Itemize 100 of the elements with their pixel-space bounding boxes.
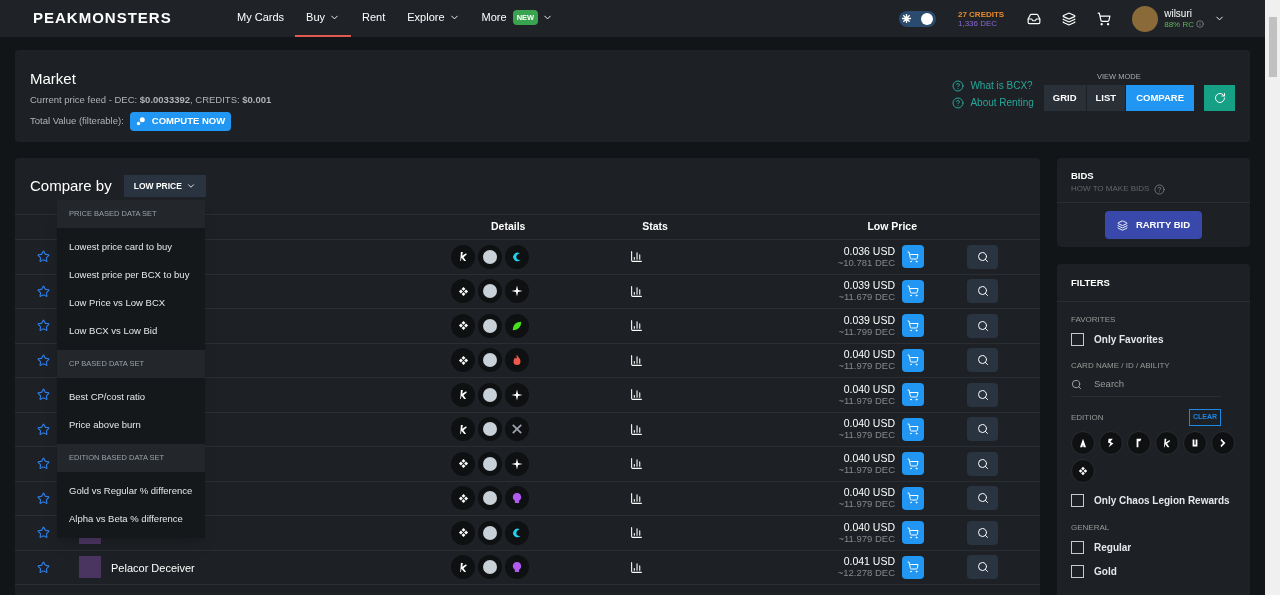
refresh-button[interactable] (1204, 85, 1235, 112)
stats-icon[interactable] (630, 319, 643, 333)
buy-cart-button[interactable] (902, 279, 924, 303)
search-icon (976, 526, 989, 539)
cart-icon (907, 423, 919, 436)
logo[interactable]: PEAKMONSTERS (33, 7, 193, 30)
search-button[interactable] (967, 451, 998, 476)
rarity-icon (478, 279, 502, 304)
buy-cart-button[interactable] (902, 486, 924, 510)
edition-filter-icon[interactable] (1099, 430, 1123, 455)
favorite-star-icon[interactable] (37, 457, 50, 471)
rarity-icon (478, 555, 502, 580)
stats-icon[interactable] (630, 457, 643, 471)
price-usd: 0.040 USD (843, 383, 895, 395)
favorite-star-icon[interactable] (37, 491, 50, 505)
price-dec: ~11.979 DEC (838, 463, 895, 475)
nav-link[interactable]: Rent (351, 0, 397, 37)
edition-filter-icon[interactable] (1211, 430, 1235, 455)
sort-dropdown[interactable]: LOW PRICE (123, 175, 206, 197)
menu-item[interactable]: Low Price vs Low BCX (57, 289, 205, 317)
avatar[interactable] (1132, 5, 1159, 32)
stats-icon[interactable] (630, 560, 643, 574)
menu-item[interactable]: Lowest price card to buy (57, 233, 205, 261)
buy-cart-button[interactable] (902, 555, 924, 579)
layers-icon[interactable] (1062, 11, 1077, 26)
stats-icon[interactable] (630, 250, 643, 264)
buy-cart-button[interactable] (902, 452, 924, 476)
credits-balance: 27 CREDITS (957, 9, 1005, 19)
price-dec: ~11.979 DEC (838, 498, 895, 510)
menu-item[interactable]: Best CP/cost ratio (57, 383, 205, 411)
inbox-icon[interactable] (1027, 11, 1042, 26)
menu-item[interactable]: Low BCX vs Low Bid (57, 317, 205, 345)
section-label: CARD NAME / ID / ABILITY (1071, 360, 1171, 373)
stats-icon[interactable] (630, 491, 643, 505)
edition-filter-icon[interactable] (1071, 430, 1095, 455)
search-button[interactable] (967, 244, 998, 269)
nav-link[interactable]: Buy (295, 0, 352, 37)
buy-cart-button[interactable] (902, 348, 924, 372)
view-mode-button[interactable]: GRID (1043, 85, 1086, 112)
theme-toggle[interactable] (898, 10, 936, 27)
search-button[interactable] (967, 417, 998, 442)
search-button[interactable] (967, 382, 998, 407)
checkbox[interactable] (1071, 540, 1084, 554)
nav-link[interactable]: Explore (396, 0, 471, 37)
search-icon (976, 457, 989, 470)
favorite-star-icon[interactable] (37, 250, 50, 264)
buy-cart-button[interactable] (902, 383, 924, 407)
help-icon (952, 96, 965, 109)
help-link[interactable]: What is BCX? (952, 78, 1034, 94)
caret-icon (185, 181, 196, 191)
search-button[interactable] (967, 348, 998, 373)
edition-filter-icon[interactable] (1071, 458, 1095, 483)
search-button[interactable] (967, 279, 998, 304)
favorite-star-icon[interactable] (37, 353, 50, 367)
search-field[interactable]: Search (1094, 377, 1194, 392)
nav-link[interactable]: My Cards (226, 0, 296, 37)
favorite-star-icon[interactable] (37, 284, 50, 298)
checkbox[interactable] (1071, 493, 1084, 507)
favorite-star-icon[interactable] (37, 526, 50, 540)
edition-filter-icon[interactable] (1183, 430, 1207, 455)
search-button[interactable] (967, 486, 998, 511)
buy-cart-button[interactable] (902, 417, 924, 441)
menu-item[interactable]: Lowest price per BCX to buy (57, 261, 205, 289)
search-button[interactable] (967, 313, 998, 338)
help-link[interactable]: About Renting (952, 95, 1034, 111)
menu-item[interactable]: Alpha vs Beta % difference (57, 505, 205, 533)
buy-cart-button[interactable] (902, 314, 924, 338)
search-icon (976, 388, 989, 401)
checkbox[interactable] (1071, 333, 1084, 347)
stats-icon[interactable] (630, 284, 643, 298)
favorite-star-icon[interactable] (37, 422, 50, 436)
buy-cart-button[interactable] (902, 245, 924, 269)
section-label: FAVORITES (1071, 314, 1117, 327)
cogs-icon (135, 116, 146, 127)
stats-icon[interactable] (630, 526, 643, 540)
checkbox-label: Gold (1094, 564, 1117, 579)
favorite-star-icon[interactable] (37, 560, 50, 574)
checkbox[interactable] (1071, 564, 1084, 578)
rarity-bid-button[interactable]: RARITY BID (1105, 211, 1202, 240)
search-button[interactable] (967, 555, 998, 580)
cart-icon (907, 388, 919, 401)
edition-filter-icon[interactable] (1155, 430, 1179, 455)
page-title: Market (30, 69, 77, 89)
cart-icon[interactable] (1097, 11, 1112, 26)
stats-icon[interactable] (630, 353, 643, 367)
view-mode-button[interactable]: LIST (1086, 85, 1126, 112)
rarity-icon (478, 313, 502, 338)
price-dec: ~11.799 DEC (838, 325, 895, 337)
stats-icon[interactable] (630, 388, 643, 402)
favorite-star-icon[interactable] (37, 388, 50, 402)
menu-item[interactable]: Gold vs Regular % difference (57, 477, 205, 505)
help-icon[interactable] (1154, 183, 1166, 195)
stats-icon[interactable] (630, 422, 643, 436)
favorite-star-icon[interactable] (37, 319, 50, 333)
search-button[interactable] (967, 520, 998, 545)
buy-cart-button[interactable] (902, 521, 924, 545)
menu-item[interactable]: Price above burn (57, 411, 205, 439)
search-icon (976, 319, 989, 332)
checkbox-label: Regular (1094, 540, 1132, 555)
edition-filter-icon[interactable] (1127, 430, 1151, 455)
